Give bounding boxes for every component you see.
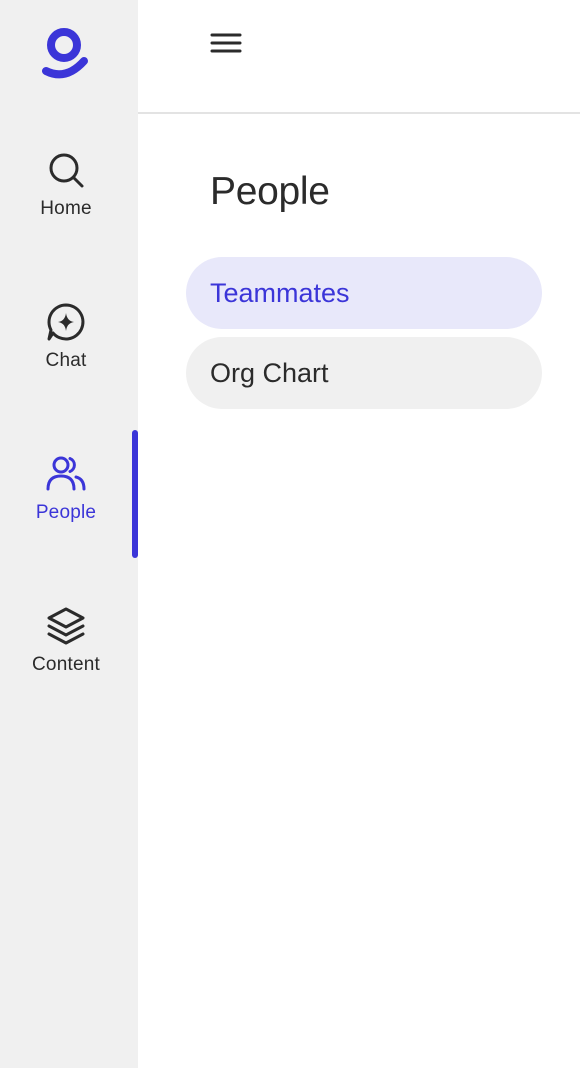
sidebar-item-label: Home (40, 198, 92, 219)
layers-icon (46, 606, 86, 646)
brand-logo-icon[interactable] (40, 25, 90, 79)
search-icon (46, 150, 86, 190)
sidebar-item-home[interactable]: Home (0, 150, 132, 250)
hamburger-menu-icon[interactable] (206, 26, 246, 62)
sidebar-item-label: Content (32, 654, 100, 675)
active-indicator (132, 430, 138, 558)
sidebar-item-chat[interactable]: Chat (0, 302, 132, 402)
sidebar: Home Chat People Content (0, 0, 138, 1068)
chat-sparkle-icon (46, 302, 86, 342)
top-bar (138, 0, 580, 114)
sidebar-item-label: Chat (45, 350, 87, 371)
tab-org-chart[interactable]: Org Chart (186, 337, 542, 409)
sidebar-item-people[interactable]: People (0, 454, 132, 554)
sidebar-item-content[interactable]: Content (0, 606, 132, 706)
app-root: Home Chat People Content People Teammate… (0, 0, 580, 1068)
page-title: People (210, 170, 330, 213)
sidebar-item-label: People (35, 502, 97, 523)
people-icon (46, 454, 86, 494)
tab-teammates[interactable]: Teammates (186, 257, 542, 329)
